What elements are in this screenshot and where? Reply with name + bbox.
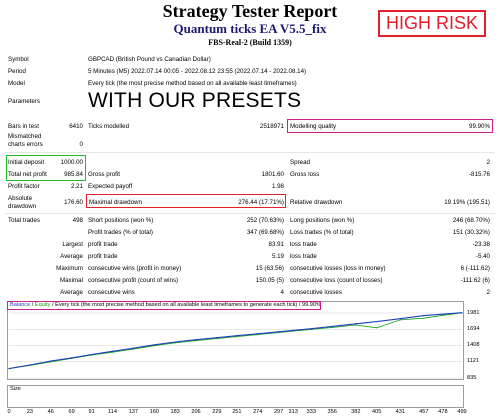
legend-balance: Balance	[10, 302, 31, 308]
legend-description: / Every tick (the most precise method ba…	[50, 302, 302, 308]
equity-series-line	[8, 312, 463, 369]
equity-point	[355, 324, 357, 326]
balance-point	[174, 341, 176, 343]
size-panel-frame	[7, 385, 464, 408]
equity-point	[399, 319, 401, 321]
y-tick-label: 1981	[467, 309, 480, 316]
x-tick-label: 114	[108, 409, 117, 415]
x-tick-label: 229	[212, 409, 222, 415]
x-tick-label: 183	[170, 409, 180, 415]
x-tick-label: 431	[395, 409, 405, 415]
balance-point	[376, 320, 378, 323]
balance-point	[257, 333, 259, 335]
balance-series-line	[8, 312, 463, 370]
balance-point	[29, 364, 31, 366]
equity-point	[376, 327, 378, 329]
balance-point	[292, 329, 294, 331]
balance-point	[132, 347, 134, 349]
balance-point	[442, 313, 444, 315]
balance-point	[399, 318, 401, 320]
x-tick-label: 333	[306, 409, 316, 415]
x-tick-label: 356	[327, 409, 337, 415]
chart-legend: Balance / Equity / Every tick (the most …	[7, 301, 321, 310]
x-tick-label: 251	[232, 409, 242, 415]
equity-point	[423, 317, 425, 319]
balance-point	[355, 323, 357, 325]
x-tick-label: 274	[253, 409, 263, 415]
balance-point	[71, 357, 73, 359]
x-tick-label: 69	[68, 409, 75, 415]
balance-equity-chart	[8, 312, 463, 407]
balance-point	[423, 315, 425, 317]
balance-point	[216, 337, 218, 339]
equity-point	[331, 326, 333, 329]
balance-point	[91, 353, 93, 356]
x-tick-label: 0	[7, 409, 11, 415]
x-tick-label: 297	[273, 409, 284, 415]
y-tick-label: 835	[467, 374, 477, 381]
x-tick-label: 457	[419, 409, 429, 415]
x-tick-label: 91	[88, 409, 95, 415]
x-tick-label: 313	[288, 409, 298, 415]
legend-equity: Equity	[34, 302, 51, 308]
balance-point	[195, 339, 197, 341]
y-tick-label: 1121	[467, 358, 480, 365]
x-tick-label: 382	[351, 409, 361, 415]
size-label: Size	[10, 386, 21, 392]
y-tick-label: 1408	[467, 342, 480, 348]
x-tick-label: 137	[128, 409, 139, 415]
balance-point	[236, 335, 238, 337]
legend-quality: 99.90%	[301, 302, 321, 308]
x-tick-label: 23	[26, 409, 33, 415]
x-tick-label: 499	[457, 409, 467, 415]
y-tick-label: 1694	[467, 325, 480, 332]
balance-point	[153, 344, 155, 346]
balance-point	[111, 350, 114, 352]
x-tick-label: 160	[149, 409, 159, 415]
balance-point	[8, 368, 10, 370]
x-tick-label: 206	[191, 409, 201, 415]
balance-point	[310, 328, 312, 330]
balance-point	[461, 312, 463, 314]
x-tick-label: 478	[438, 409, 448, 415]
balance-point	[50, 360, 52, 362]
balance-point	[278, 331, 280, 333]
x-tick-label: 405	[371, 409, 382, 415]
balance-point	[331, 325, 333, 327]
x-tick-label: 46	[47, 409, 54, 415]
equity-point	[442, 314, 444, 316]
